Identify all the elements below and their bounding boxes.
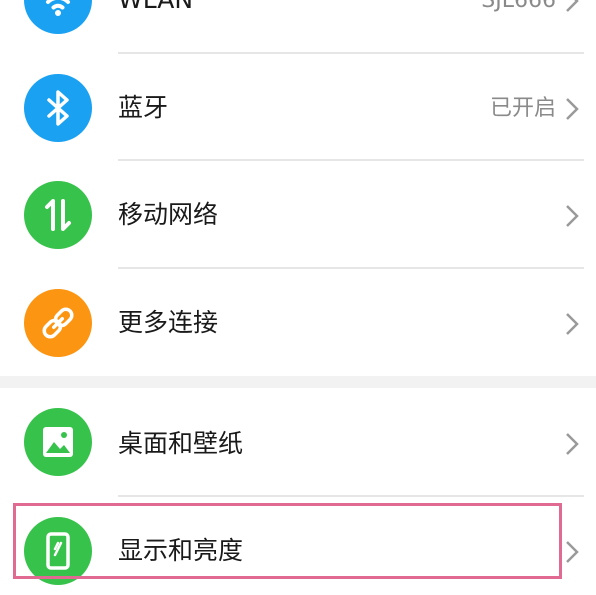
chevron-right-icon (566, 433, 579, 455)
bluetooth-icon (24, 74, 92, 142)
wifi-icon (24, 0, 92, 34)
settings-item-label: 桌面和壁纸 (118, 429, 244, 458)
wallpaper-icon (24, 408, 92, 476)
chevron-right-icon (566, 541, 579, 563)
settings-item-label: 移动网络 (118, 200, 219, 229)
settings-screen: WLAN SJL666 蓝牙 已开启 移动网络 (0, 0, 596, 595)
chevron-right-icon (566, 313, 579, 335)
mobile-data-icon (24, 181, 92, 249)
settings-item-more-connections[interactable]: 更多连接 (0, 269, 596, 377)
settings-item-wallpaper[interactable]: 桌面和壁纸 (0, 388, 596, 496)
link-icon (24, 289, 92, 357)
chevron-right-icon (566, 0, 579, 12)
section-separator (0, 376, 596, 388)
settings-item-wlan[interactable]: WLAN SJL666 (0, 0, 596, 54)
highlight-annotation-box (13, 503, 562, 579)
settings-item-mobile-network[interactable]: 移动网络 (0, 161, 596, 269)
settings-item-label: WLAN (118, 0, 193, 16)
settings-item-value: SJL666 (481, 0, 556, 13)
settings-item-value: 已开启 (489, 96, 556, 121)
chevron-right-icon (566, 205, 579, 227)
chevron-right-icon (566, 98, 579, 120)
settings-item-label: 蓝牙 (118, 93, 169, 122)
settings-item-label: 更多连接 (118, 308, 219, 337)
settings-item-bluetooth[interactable]: 蓝牙 已开启 (0, 54, 596, 162)
